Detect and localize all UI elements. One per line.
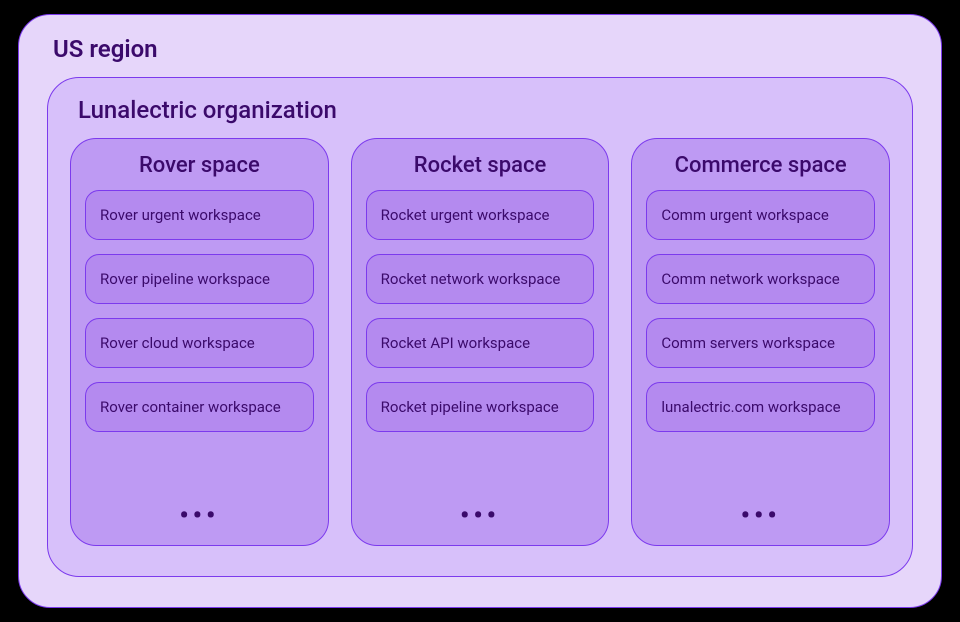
space-rover: Rover space Rover urgent workspace Rover… bbox=[70, 138, 329, 546]
workspace-item: Comm network workspace bbox=[646, 254, 875, 304]
workspace-item: Rover container workspace bbox=[85, 382, 314, 432]
workspace-item: Rocket urgent workspace bbox=[366, 190, 595, 240]
workspace-item: Rocket API workspace bbox=[366, 318, 595, 368]
region-title: US region bbox=[47, 35, 913, 63]
space-rocket: Rocket space Rocket urgent workspace Roc… bbox=[351, 138, 610, 546]
workspace-item: Rocket pipeline workspace bbox=[366, 382, 595, 432]
workspace-item: Comm servers workspace bbox=[646, 318, 875, 368]
space-title: Commerce space bbox=[646, 153, 875, 178]
space-title: Rocket space bbox=[366, 153, 595, 178]
ellipsis-icon: ••• bbox=[366, 501, 595, 535]
space-commerce: Commerce space Comm urgent workspace Com… bbox=[631, 138, 890, 546]
workspace-item: Comm urgent workspace bbox=[646, 190, 875, 240]
workspace-item: Rover pipeline workspace bbox=[85, 254, 314, 304]
ellipsis-icon: ••• bbox=[85, 501, 314, 535]
workspace-item: lunalectric.com workspace bbox=[646, 382, 875, 432]
region-container: US region Lunalectric organization Rover… bbox=[18, 14, 942, 608]
workspace-item: Rocket network workspace bbox=[366, 254, 595, 304]
space-title: Rover space bbox=[85, 153, 314, 178]
ellipsis-icon: ••• bbox=[646, 501, 875, 535]
workspace-item: Rover urgent workspace bbox=[85, 190, 314, 240]
workspace-item: Rover cloud workspace bbox=[85, 318, 314, 368]
organization-container: Lunalectric organization Rover space Rov… bbox=[47, 77, 913, 577]
spaces-row: Rover space Rover urgent workspace Rover… bbox=[70, 138, 890, 546]
organization-title: Lunalectric organization bbox=[70, 96, 890, 124]
